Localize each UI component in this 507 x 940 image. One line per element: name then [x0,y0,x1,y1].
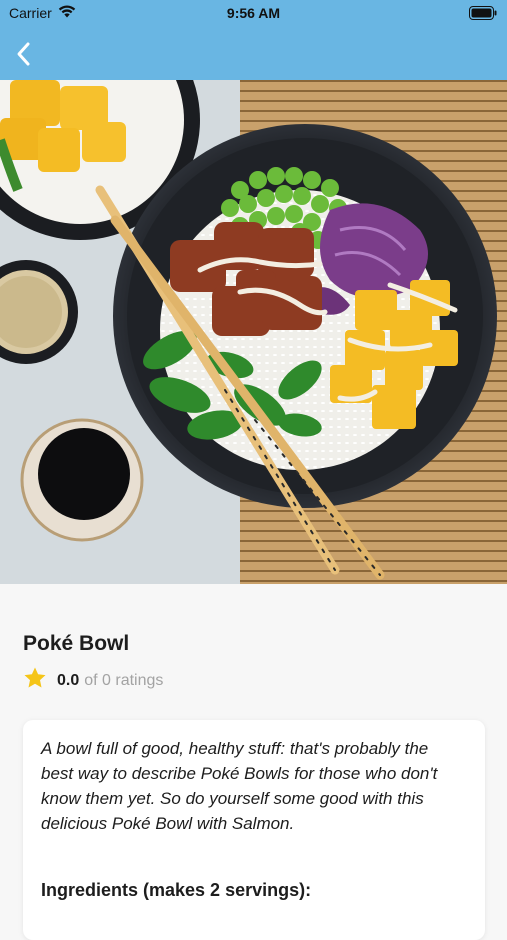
ingredients-heading: Ingredients (makes 2 servings): [41,880,312,900]
status-time: 9:56 AM [226,5,281,21]
recipe-title: Poké Bowl [23,632,130,655]
rating-value: 0.0 [57,671,80,689]
status-bar: Carrier 9:56 AM [0,0,507,28]
rating-count: of 0 ratings [84,671,164,689]
description-card: A bowl full of good, healthy stuff: that… [23,720,485,940]
rating-row[interactable]: 0.0 of 0 ratings [23,666,163,695]
back-button[interactable] [12,40,36,68]
navigation-bar [0,28,507,80]
chevron-left-icon [17,42,30,66]
recipe-image [0,80,507,584]
battery-icon [469,6,497,23]
recipe-details: Poké Bowl 0.0 of 0 ratings A bowl full o… [0,584,507,940]
star-icon [23,666,47,695]
recipe-description: A bowl full of good, healthy stuff: that… [41,739,438,833]
